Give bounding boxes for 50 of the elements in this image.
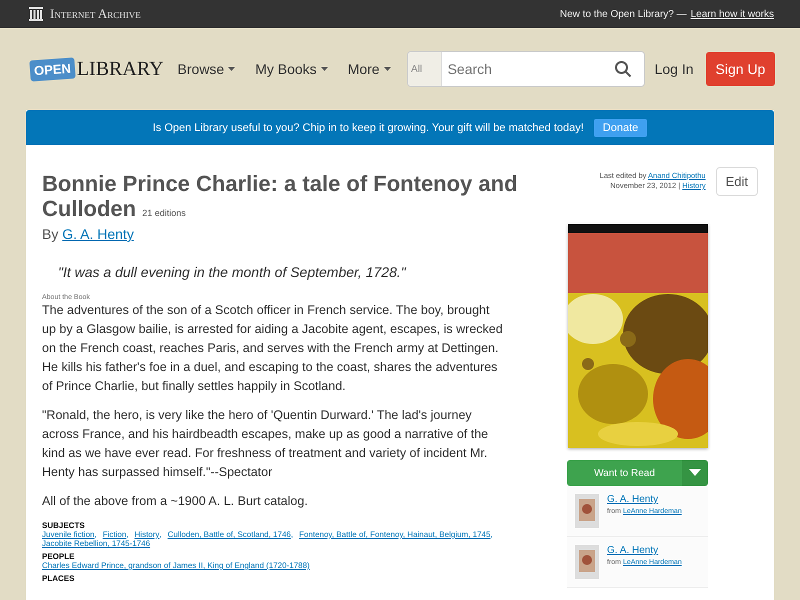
description-paragraph: The adventures of the son of a Scotch officer in French service. The boy, brought up by a Glasgow bailie, is arrested for aiding a Jacobite agent, escapes, is wrecked on the French coast, reaches Paris, and serves with the French army at Dettingen. He kills his father's foe in a duel, and escaping to the coast, shares the adventures of Prince Charlie, but finally settles happily in Scotland. — [42, 302, 504, 395]
new-user-prompt: New to the Open Library? — — [560, 8, 687, 20]
first-sentence: "It was a dull evening in the month of September, 1728." — [58, 264, 408, 280]
subject-link[interactable]: History — [134, 530, 160, 539]
archive-building-icon — [28, 6, 44, 22]
section-heading: PLACES — [42, 574, 76, 583]
dropdown-button[interactable] — [682, 460, 708, 486]
nav-menu[interactable]: My Books — [249, 57, 334, 81]
want-to-read-button[interactable]: Want to Read — [567, 460, 682, 486]
subject-link[interactable]: Charles Edward Prince, grandson of James II, King of England (1720-1788) — [42, 561, 310, 570]
caret-icon — [228, 67, 236, 71]
description-paragraph: All of the above from a ~1900 A. L. Burt catalog. — [42, 493, 309, 510]
edit-button[interactable]: Edit — [716, 167, 758, 196]
subject-link[interactable]: Juvenile fiction — [42, 530, 94, 539]
nav-menu[interactable]: More — [342, 57, 397, 81]
subject-link[interactable]: Fontenoy, Battle of, Fontenoy, Hainaut, Belgium, 1745 — [299, 530, 490, 539]
author-link[interactable]: G. A. Henty — [62, 226, 134, 242]
search-icon[interactable] — [614, 60, 632, 78]
separator: , — [490, 530, 493, 539]
search-scope-dropdown[interactable]: All — [408, 52, 442, 86]
description-paragraph: "Ronald, the hero, is very like the hero of 'Quentin Durward.' The lad's journey across France, and his hairdbeadth escapes, make up as good a narrative of the kind as we have ever read. For freshness of treatment and variety of incident Mr. Henty has surpassed himself."--Spectator — [42, 407, 490, 481]
login-link[interactable]: Log In — [654, 61, 694, 77]
section-heading: PEOPLE — [42, 552, 76, 561]
book-title: Bonnie Prince Charlie: a tale of Fontenoy and Culloden 21 editions — [42, 171, 519, 223]
internet-archive-logo[interactable]: Internet Archive — [50, 6, 141, 22]
library-logo-text[interactable]: LIBRARY — [76, 58, 164, 80]
editions-count[interactable]: 21 editions — [142, 208, 186, 218]
nav-menu[interactable]: Browse — [172, 57, 242, 81]
learn-link[interactable]: Learn how it works — [690, 8, 774, 20]
caret-icon — [689, 469, 701, 477]
caret-icon — [320, 67, 328, 71]
separator: , — [94, 530, 97, 539]
caret-icon — [384, 67, 391, 71]
open-logo-badge[interactable]: OPEN — [29, 56, 76, 82]
subject-link[interactable]: Jacobite Rebellion, 1745-1746 — [42, 539, 150, 548]
by-label: By — [42, 226, 58, 242]
subject-link[interactable]: Fiction — [102, 530, 126, 539]
book-thumbnail-icon[interactable] — [575, 494, 599, 528]
separator: , — [290, 530, 294, 539]
list-title-link[interactable]: G. A. Henty — [607, 545, 682, 556]
book-thumbnail-icon[interactable] — [575, 545, 599, 579]
search-field[interactable]: All Search — [406, 51, 645, 87]
subject-link[interactable]: Culloden, Battle of, Scotland, 1746 — [168, 530, 291, 539]
signup-button[interactable]: Sign Up — [706, 52, 776, 86]
separator: , — [126, 530, 129, 539]
separator: , — [159, 530, 162, 539]
section-heading: SUBJECTS — [42, 521, 86, 530]
list-title-link[interactable]: G. A. Henty — [607, 494, 682, 505]
banner-text: Is Open Library useful to you? Chip in to keep it growing. Your gift will be matched today! — [152, 122, 584, 134]
donate-button[interactable]: Donate — [594, 118, 648, 136]
